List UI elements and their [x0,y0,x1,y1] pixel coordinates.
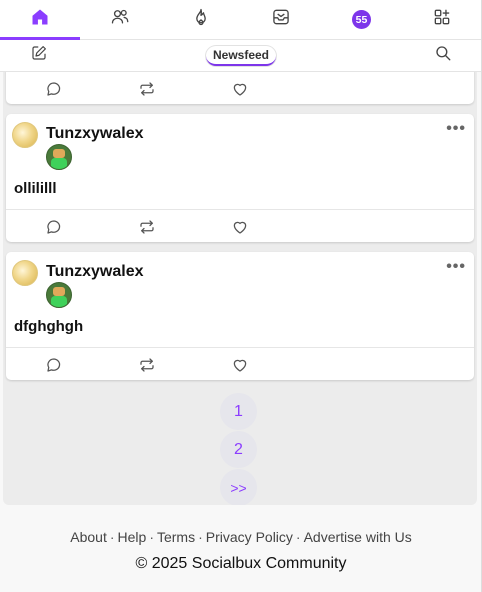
page-title: Newsfeed [205,45,277,66]
page-1-button[interactable]: 1 [220,393,257,430]
post-card: Tunzxywalex ••• ollililll [6,114,474,242]
post-card [6,72,474,104]
footer-link-advertise[interactable]: Advertise with Us [304,529,412,545]
compose-icon[interactable] [30,44,48,67]
author-avatar[interactable] [12,122,38,148]
post-card: Tunzxywalex ••• dfghghgh [6,252,474,380]
post-actions [6,209,474,242]
trending-fire-icon [191,7,211,32]
repost-icon[interactable] [138,356,156,374]
post-content: dfghghgh [14,318,84,335]
separator: · [295,529,301,545]
comment-icon[interactable] [45,356,63,374]
search-icon[interactable] [434,44,452,67]
post-actions [6,347,474,380]
friends-icon [110,7,130,32]
repost-icon[interactable] [138,218,156,236]
tab-apps[interactable] [402,0,482,39]
footer-link-privacy[interactable]: Privacy Policy [206,529,293,545]
tab-home[interactable] [0,0,81,40]
copyright: © 2025 Socialbux Community [135,555,347,572]
separator: · [149,529,154,545]
footer-link-about[interactable]: About [70,529,107,545]
comment-icon[interactable] [45,80,63,98]
messages-icon [271,7,291,32]
user-avatar-small[interactable] [46,282,72,308]
repost-icon[interactable] [138,80,156,98]
next-pages-button[interactable]: >> [220,469,257,505]
post-actions [6,72,474,104]
tab-notifications[interactable]: 55 [321,0,401,39]
like-icon[interactable] [231,218,249,236]
footer-link-terms[interactable]: Terms [157,529,195,545]
page-2-button[interactable]: 2 [220,431,257,468]
comment-icon[interactable] [45,218,63,236]
tab-messages[interactable] [241,0,321,39]
author-avatar[interactable] [12,260,38,286]
user-avatar-small[interactable] [46,144,72,170]
post-content: ollililll [14,180,57,197]
top-navigation: 55 [0,0,482,40]
more-options-icon[interactable]: ••• [446,258,466,276]
like-icon[interactable] [231,356,249,374]
separator: · [109,529,115,545]
notification-badge: 55 [351,10,371,29]
footer-link-help[interactable]: Help [118,529,147,545]
home-icon [30,7,50,32]
newsfeed: Tunzxywalex ••• ollililll Tunzxywalex ••… [3,72,477,505]
separator: · [198,529,203,545]
tab-friends[interactable] [80,0,160,39]
post-author[interactable]: Tunzxywalex [46,125,144,143]
more-options-icon[interactable]: ••• [446,120,466,138]
footer-links: About · Help · Terms · Privacy Policy · Advertis… [0,529,482,545]
apps-grid-icon [432,7,452,32]
post-author[interactable]: Tunzxywalex [46,263,144,281]
like-icon[interactable] [231,80,249,98]
newsfeed-bar: Newsfeed [0,40,482,72]
tab-trending[interactable] [161,0,241,39]
